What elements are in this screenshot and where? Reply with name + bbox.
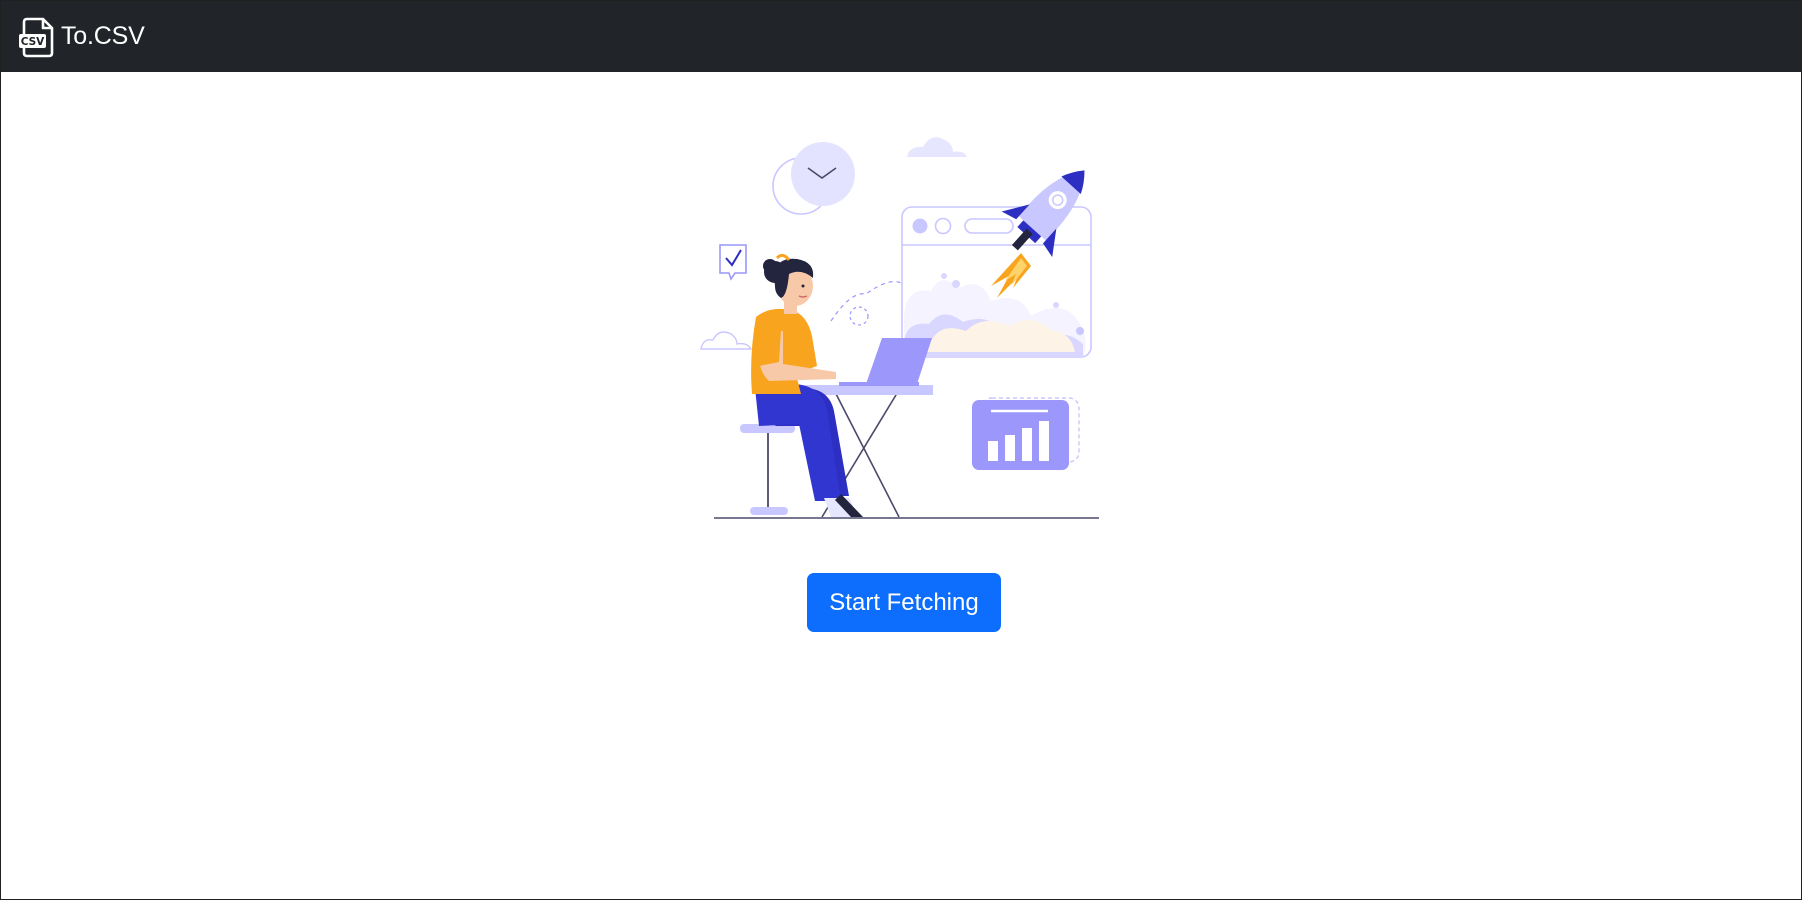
bar-chart-card-graphic: [972, 397, 1080, 470]
brand-link[interactable]: CSV To.CSV: [18, 1, 145, 72]
app-window: CSV To.CSV Start Fetching: [0, 0, 1802, 900]
hero-illustration: [700, 137, 1099, 519]
dashed-trail-decoration: [830, 281, 904, 322]
cloud-icon: [907, 137, 967, 157]
csv-file-icon: CSV: [19, 17, 54, 57]
start-fetching-button[interactable]: Start Fetching: [807, 573, 1001, 632]
brand-title: To.CSV: [61, 22, 145, 50]
laptop-graphic: [839, 338, 932, 386]
svg-text:CSV: CSV: [21, 36, 45, 48]
dashed-circle-decoration: [849, 306, 869, 326]
stool-graphic: [740, 424, 795, 515]
check-bubble-icon: [719, 244, 747, 281]
cloud-icon: [700, 331, 753, 350]
top-navbar: CSV To.CSV: [1, 1, 1801, 72]
clock-icon: [772, 142, 855, 215]
